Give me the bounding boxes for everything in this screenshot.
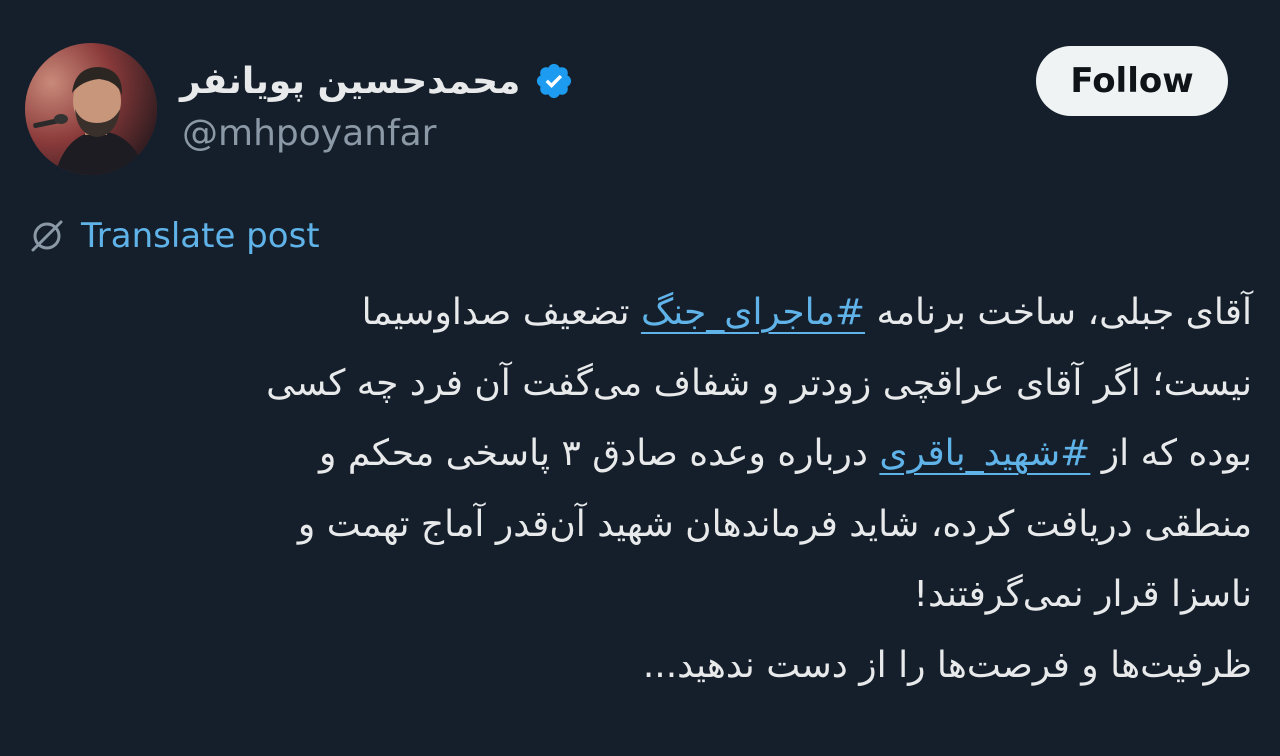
author-name-row[interactable]: محمدحسین پویانفر — [180, 56, 574, 106]
avatar[interactable] — [25, 43, 157, 175]
tweet-card: محمدحسین پویانفر @mhpoyanfar Follow Tran… — [0, 0, 1280, 756]
author-display-name[interactable]: محمدحسین پویانفر — [180, 61, 520, 102]
tweet-line-3: بوده که از #شهید_باقری درباره وعده صادق … — [22, 419, 1252, 490]
tweet-text-segment: درباره وعده صادق ۳ پاسخی محکم و — [319, 433, 880, 474]
translate-icon — [27, 216, 67, 256]
tweet-text-segment: بوده که از — [1090, 433, 1252, 474]
translate-post-link[interactable]: Translate post — [27, 214, 320, 258]
tweet-line-5: ناسزا قرار نمی‌گرفتند! — [913, 574, 1252, 615]
tweet-line-2: نیست؛ اگر آقای عراقچی زودتر و شفاف می‌گف… — [266, 362, 1252, 404]
tweet-line-4: منطقی دریافت کرده، شاید فرماندهان شهید آ… — [297, 503, 1252, 545]
translate-post-label[interactable]: Translate post — [81, 216, 320, 256]
tweet-text-segment: تضعیف صداوسیما — [361, 292, 641, 333]
tweet-line-6: ظرفیت‌ها و فرصت‌ها را از دست ندهید... — [642, 644, 1252, 686]
tweet-text: آقای جبلی، ساخت برنامه #ماجرای_جنگ تضعیف… — [22, 278, 1252, 701]
follow-button[interactable]: Follow — [1036, 46, 1228, 116]
hashtag-link[interactable]: #ماجرای_جنگ — [641, 292, 865, 333]
verified-badge-icon — [534, 61, 574, 101]
author-handle[interactable]: @mhpoyanfar — [182, 113, 436, 154]
hashtag-link[interactable]: #شهید_باقری — [879, 433, 1090, 474]
tweet-line-1: آقای جبلی، ساخت برنامه #ماجرای_جنگ تضعیف… — [22, 278, 1252, 349]
tweet-text-segment: آقای جبلی، ساخت برنامه — [865, 292, 1252, 333]
